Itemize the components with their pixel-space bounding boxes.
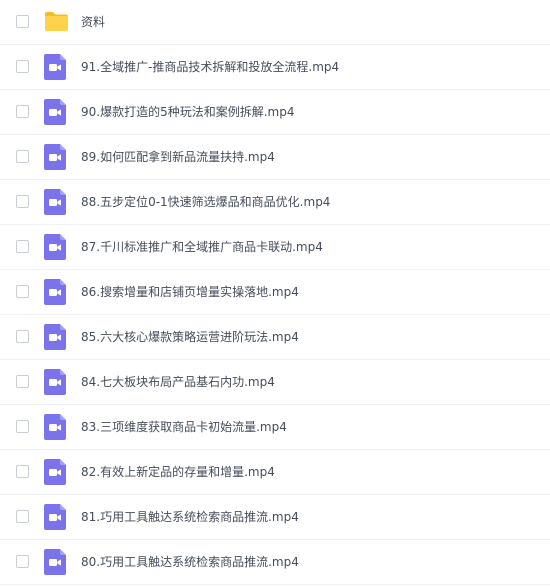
video-file-icon — [44, 369, 66, 395]
file-row-video[interactable]: 86.搜索增量和店铺页增量实操落地.mp4 — [0, 270, 550, 315]
file-name[interactable]: 89.如何匹配拿到新品流量扶持.mp4 — [81, 135, 275, 180]
folder-icon — [45, 12, 68, 31]
file-name[interactable]: 81.巧用工具触达系统检索商品推流.mp4 — [81, 495, 299, 540]
file-name[interactable]: 82.有效上新定品的存量和增量.mp4 — [81, 450, 275, 495]
file-name[interactable]: 85.六大核心爆款策略运营进阶玩法.mp4 — [81, 315, 299, 360]
video-file-icon — [44, 549, 66, 575]
file-name[interactable]: 84.七大板块布局产品基石内功.mp4 — [81, 360, 275, 405]
row-checkbox[interactable] — [16, 240, 29, 253]
video-file-icon — [44, 144, 66, 170]
row-checkbox[interactable] — [16, 285, 29, 298]
row-checkbox[interactable] — [16, 465, 29, 478]
video-file-icon — [44, 504, 66, 530]
row-checkbox[interactable] — [16, 150, 29, 163]
row-checkbox[interactable] — [16, 330, 29, 343]
file-row-video[interactable]: 85.六大核心爆款策略运营进阶玩法.mp4 — [0, 315, 550, 360]
file-list: 资料 91.全域推广-推商品技术拆解和投放全流程.mp4 90.爆款打造的5种玩… — [0, 0, 550, 586]
file-row-video[interactable]: 80.巧用工具触达系统检索商品推流.mp4 — [0, 540, 550, 585]
file-row-folder[interactable]: 资料 — [0, 0, 550, 45]
file-row-video[interactable]: 88.五步定位0-1快速筛选爆品和商品优化.mp4 — [0, 180, 550, 225]
file-row-video[interactable]: 83.三项维度获取商品卡初始流量.mp4 — [0, 405, 550, 450]
row-checkbox[interactable] — [16, 105, 29, 118]
file-row-video[interactable]: 89.如何匹配拿到新品流量扶持.mp4 — [0, 135, 550, 180]
video-file-icon — [44, 99, 66, 125]
file-name[interactable]: 87.千川标准推广和全域推广商品卡联动.mp4 — [81, 225, 323, 270]
video-file-icon — [44, 189, 66, 215]
file-row-video[interactable]: 91.全域推广-推商品技术拆解和投放全流程.mp4 — [0, 45, 550, 90]
row-checkbox[interactable] — [16, 15, 29, 28]
file-name[interactable]: 86.搜索增量和店铺页增量实操落地.mp4 — [81, 270, 299, 315]
row-checkbox[interactable] — [16, 555, 29, 568]
file-name[interactable]: 83.三项维度获取商品卡初始流量.mp4 — [81, 405, 287, 450]
file-name[interactable]: 90.爆款打造的5种玩法和案例拆解.mp4 — [81, 90, 294, 135]
video-file-icon — [44, 279, 66, 305]
video-file-icon — [44, 54, 66, 80]
row-checkbox[interactable] — [16, 420, 29, 433]
file-row-video[interactable]: 82.有效上新定品的存量和增量.mp4 — [0, 450, 550, 495]
row-checkbox[interactable] — [16, 510, 29, 523]
file-name[interactable]: 91.全域推广-推商品技术拆解和投放全流程.mp4 — [81, 45, 339, 90]
row-checkbox[interactable] — [16, 195, 29, 208]
video-file-icon — [44, 324, 66, 350]
file-row-video[interactable]: 87.千川标准推广和全域推广商品卡联动.mp4 — [0, 225, 550, 270]
file-name[interactable]: 资料 — [81, 0, 105, 45]
file-name[interactable]: 88.五步定位0-1快速筛选爆品和商品优化.mp4 — [81, 180, 330, 225]
video-file-icon — [44, 414, 66, 440]
file-row-video[interactable]: 84.七大板块布局产品基石内功.mp4 — [0, 360, 550, 405]
file-row-video[interactable]: 81.巧用工具触达系统检索商品推流.mp4 — [0, 495, 550, 540]
file-row-video[interactable]: 90.爆款打造的5种玩法和案例拆解.mp4 — [0, 90, 550, 135]
video-file-icon — [44, 459, 66, 485]
row-checkbox[interactable] — [16, 60, 29, 73]
file-name[interactable]: 80.巧用工具触达系统检索商品推流.mp4 — [81, 540, 299, 585]
row-checkbox[interactable] — [16, 375, 29, 388]
video-file-icon — [44, 234, 66, 260]
